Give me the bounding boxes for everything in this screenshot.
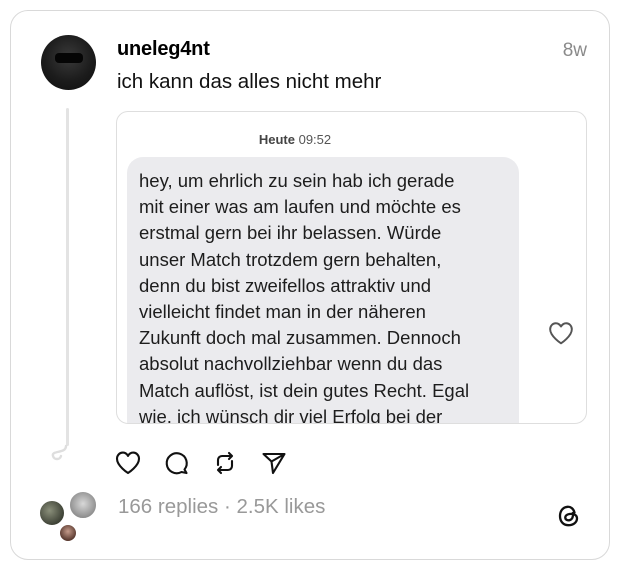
message-line: wie, ich wünsch dir viel Erfolg bei der: [139, 405, 443, 424]
thread-loop-icon: [51, 444, 68, 461]
repost-icon[interactable]: [212, 450, 238, 476]
avatar[interactable]: [41, 35, 96, 90]
engagement-stats[interactable]: 166 replies · 2.5K likes: [118, 495, 325, 519]
reply-avatar[interactable]: [38, 499, 66, 527]
post-text: ich kann das alles nicht mehr: [117, 70, 382, 93]
chat-time-label: 09:52: [298, 132, 332, 147]
threads-logo-icon[interactable]: [555, 502, 583, 530]
embedded-screenshot[interactable]: Heute 09:52 hey, um ehrlich zu sein hab …: [116, 111, 587, 424]
share-send-icon[interactable]: [261, 450, 287, 476]
thread-connector-line: [66, 108, 69, 446]
reply-avatar[interactable]: [68, 490, 98, 520]
post-timestamp: 8w: [562, 40, 587, 61]
message-line: erstmal gern bei ihr belassen. Würde: [139, 222, 442, 244]
like-heart-icon[interactable]: [115, 450, 141, 476]
replies-count[interactable]: 166 replies: [118, 495, 218, 518]
message-line: vielleicht findet man in der näheren: [139, 301, 426, 323]
chat-date-label: Heute: [258, 132, 295, 147]
chat-message-bubble: hey, um ehrlich zu sein hab ich gerade m…: [127, 157, 519, 424]
message-line: Zukunft doch mal zusammen. Dennoch: [139, 327, 461, 349]
reply-avatar[interactable]: [58, 523, 78, 543]
message-line: hey, um ehrlich zu sein hab ich gerade: [139, 170, 455, 191]
message-heart-icon: [549, 322, 573, 345]
stats-separator: ·: [218, 495, 237, 518]
message-line: absolut nachvollziehbar wenn du das: [139, 353, 443, 375]
likes-count[interactable]: 2.5K likes: [237, 495, 326, 518]
chat-date-header: Heute 09:52: [117, 132, 473, 147]
message-line: Match auflöst, ist dein gutes Recht. Ega…: [139, 379, 470, 401]
message-line: unser Match trotzdem gern behalten,: [139, 248, 442, 270]
message-line: mit einer was am laufen und möchte es: [139, 196, 461, 218]
reply-comment-icon[interactable]: [164, 450, 190, 476]
message-line: denn du bist zweifellos attraktiv und: [139, 274, 432, 296]
username[interactable]: uneleg4nt: [117, 38, 210, 61]
